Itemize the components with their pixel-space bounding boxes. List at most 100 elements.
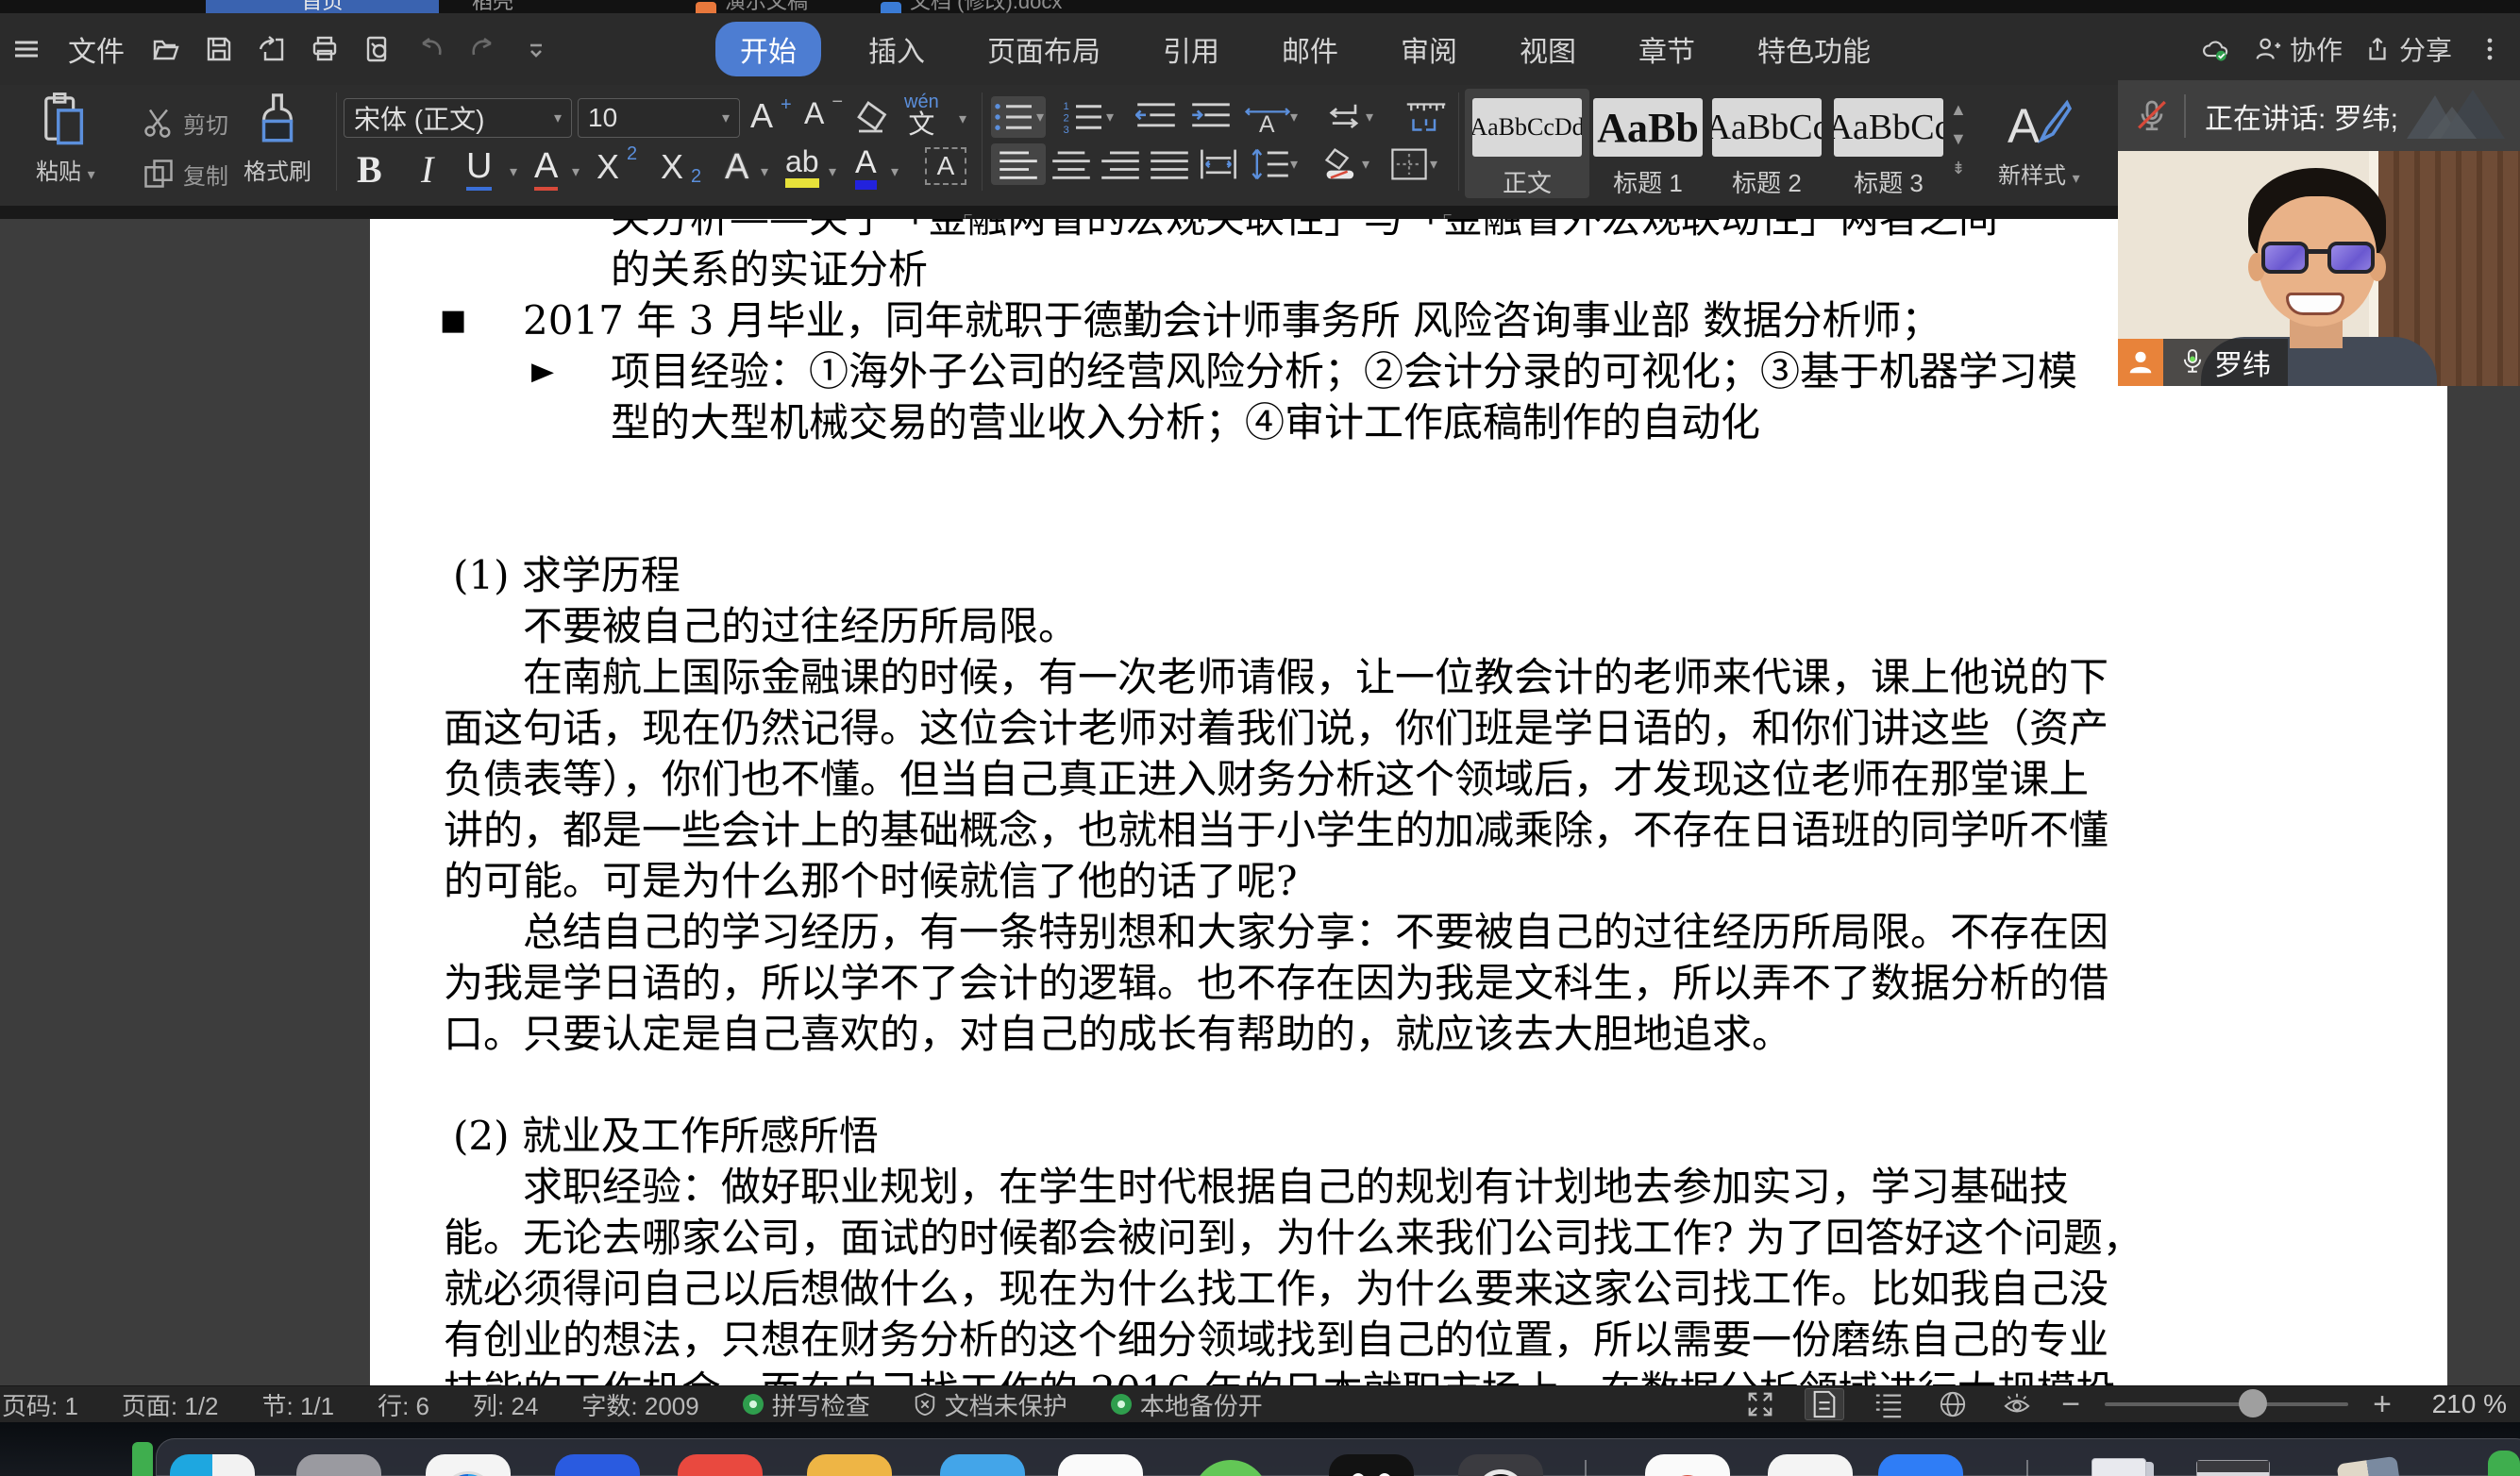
status-item-字数[interactable]: 字数: 2009 [581,1387,698,1422]
doc-line[interactable]: (1) 求学历程 [370,550,2447,601]
zoom-in-button[interactable]: + [2373,1386,2392,1423]
align-left-button[interactable] [991,143,1046,185]
doc-line[interactable]: (2) 就业及工作所感所悟 [370,1111,2447,1162]
doc-line[interactable]: 总结自己的学习经历，有一条特别想和大家分享：不要被自己的过往经历所局限。不存在因 [370,907,2447,958]
page-view-button[interactable] [1805,1388,1844,1420]
text-effects-dropdown-icon[interactable]: ▾ [761,162,768,181]
documents-stack-icon[interactable] [2076,1454,2161,1476]
print-icon[interactable] [308,32,342,66]
finder-icon[interactable] [170,1454,255,1476]
terminal-eyes-app-icon[interactable] [1329,1454,1414,1476]
underline-dropdown-icon[interactable]: ▾ [510,162,517,181]
outline-view-button[interactable] [1869,1388,1908,1420]
doc-line[interactable]: 技能的工作机会，而在自己找工作的 2016 年的日本就职市场上，在数据分析领域进… [370,1366,2447,1385]
status-item-文档未保护[interactable]: 文档未保护 [914,1387,1067,1422]
paste-button[interactable]: 粘贴 ▾ [36,92,95,186]
pinyin-guide-button[interactable]: wén 文 [904,92,939,138]
camera-app-icon[interactable] [1458,1454,1543,1476]
doc-line[interactable] [370,499,2447,550]
file-menu[interactable]: 文件 [62,28,130,70]
notes-app-icon[interactable] [807,1454,892,1476]
launchpad-icon[interactable] [296,1454,381,1476]
char-border-dropdown-icon[interactable]: ▾ [572,162,580,181]
meeting-titlebar[interactable]: 正在讲话: 罗纬; [2118,80,2520,151]
ribbon-tab-页面布局[interactable]: 页面布局 [972,22,1116,76]
align-right-button[interactable] [1093,143,1148,185]
zoom-value-label[interactable]: 210 % [2416,1389,2507,1419]
more-options-kebab-icon[interactable] [2473,32,2507,66]
white-app-2-icon[interactable] [1768,1454,1853,1476]
minimized-window-thumb[interactable] [2191,1454,2276,1476]
tabs-ruler-button[interactable] [1399,96,1453,138]
doc-line[interactable] [370,448,2447,499]
wps-writer-icon[interactable] [881,2,901,13]
tab-presentation[interactable]: 演示文稿 [725,0,866,13]
zoom-slider[interactable] [2105,1402,2348,1406]
open-folder-icon[interactable] [149,32,183,66]
highlight-dropdown-icon[interactable]: ▾ [829,162,836,181]
doc-line[interactable]: 有创业的想法，只想在财务分析的这个细分领域找到自己的位置，所以需要一份磨练自己的… [370,1315,2447,1366]
green-app-edge-icon[interactable] [2488,1451,2520,1476]
zoom-out-button[interactable]: − [2061,1386,2080,1423]
subscript-button[interactable]: X2 [661,147,701,187]
styles-scroll-down-icon[interactable]: ▼ [1950,129,1967,149]
print-preview-icon[interactable] [361,32,395,66]
doc-line[interactable]: 在南航上国际金融课的时候，有一次老师请假，让一位教会计的老师来代课，课上他说的下 [370,652,2447,703]
safari-icon[interactable] [426,1454,511,1476]
undo-icon[interactable] [413,32,447,66]
ribbon-tab-开始[interactable]: 开始 [715,22,821,76]
grow-font-button[interactable]: A+ [750,96,792,136]
wps-presentation-icon[interactable] [696,2,716,13]
white-app-icon[interactable] [1058,1454,1143,1476]
font-color-button[interactable]: A [855,145,877,190]
save-icon[interactable] [202,32,236,66]
justify-button[interactable] [1142,143,1197,185]
ribbon-tab-邮件[interactable]: 邮件 [1267,22,1353,76]
downloads-stack-icon[interactable] [2327,1454,2412,1476]
line-spacing-button[interactable]: ▾ [1246,143,1301,185]
participant-video[interactable]: 罗纬 [2118,151,2520,386]
status-item-本地备份开[interactable]: 本地备份开 [1111,1387,1263,1422]
styles-scroll-buttons[interactable]: ▲ ▼ ⇟ [1950,100,1967,178]
underline-button[interactable]: U [466,147,492,191]
tab-home[interactable]: 首页 [206,0,439,13]
ribbon-tab-视图[interactable]: 视图 [1504,22,1591,76]
eye-protection-button[interactable] [1997,1388,2037,1420]
microphone-muted-icon[interactable] [2133,97,2171,135]
bold-button[interactable]: B [357,147,382,192]
doc-line[interactable]: 能。无论去哪家公司，面试的时候都会被问到，为什么来我们公司找工作? 为了回答好这… [370,1213,2447,1264]
white-red-app-icon[interactable] [1645,1454,1730,1476]
styles-expand-icon[interactable]: ⇟ [1951,159,1965,178]
style-chip-标题 1[interactable]: AaBb标题 1 [1593,85,1703,206]
distribute-button[interactable] [1191,143,1246,185]
doc-line[interactable]: 负债表等），你们也不懂。但当自己真正进入财务分析这个领域后，才发现这位老师在那堂… [370,754,2447,805]
doc-line[interactable]: 为我是学日语的，所以学不了会计的逻辑。也不存在因为我是文科生，所以弄不了数据分析… [370,958,2447,1009]
italic-button[interactable]: I [421,147,433,192]
decrease-indent-button[interactable] [1129,96,1184,138]
style-chip-标题 3[interactable]: AaBbCc标题 3 [1834,85,1943,206]
character-scaling-button[interactable]: A ▾ [1244,96,1299,138]
char-border-button[interactable]: A [534,147,558,191]
zoom-slider-thumb[interactable] [2239,1389,2267,1417]
borders-button[interactable]: ▾ [1386,143,1440,185]
highlight-button[interactable]: ab [785,145,819,188]
mail-app-icon[interactable] [940,1454,1025,1476]
new-style-button[interactable]: A 新样式 ▾ [1998,94,2080,190]
doc-line[interactable]: 讲的，都是一些会计上的基础概念，也就相当于小学生的加减乘除，不存在日语班的同学听… [370,805,2447,856]
font-size-combo[interactable]: 10▾ [578,98,740,138]
tab-docer[interactable]: 稻壳 [472,0,604,13]
style-chip-正文[interactable]: AaBbCcDd正文 [1472,85,1582,206]
style-chip-标题 2[interactable]: AaBbCc标题 2 [1712,85,1822,206]
doc-line[interactable] [370,1060,2447,1111]
ribbon-tab-章节[interactable]: 章节 [1623,22,1710,76]
hamburger-menu-icon[interactable] [9,32,43,66]
superscript-button[interactable]: X2 [596,147,637,187]
cloud-sync-icon[interactable] [2199,32,2233,66]
document-page[interactable]: 关分析——关于「金融两省的宏观关联性」与「金融省外宏观联动性」两者之间的关系的实… [370,219,2447,1385]
status-item-拼写检查[interactable]: 拼写检查 [743,1387,870,1422]
font-color-dropdown-icon[interactable]: ▾ [891,162,899,181]
blue-app-icon[interactable] [555,1454,640,1476]
align-center-button[interactable] [1044,143,1099,185]
format-painter-button[interactable]: 格式刷 [244,92,311,186]
green-app-icon[interactable] [1188,1454,1273,1476]
